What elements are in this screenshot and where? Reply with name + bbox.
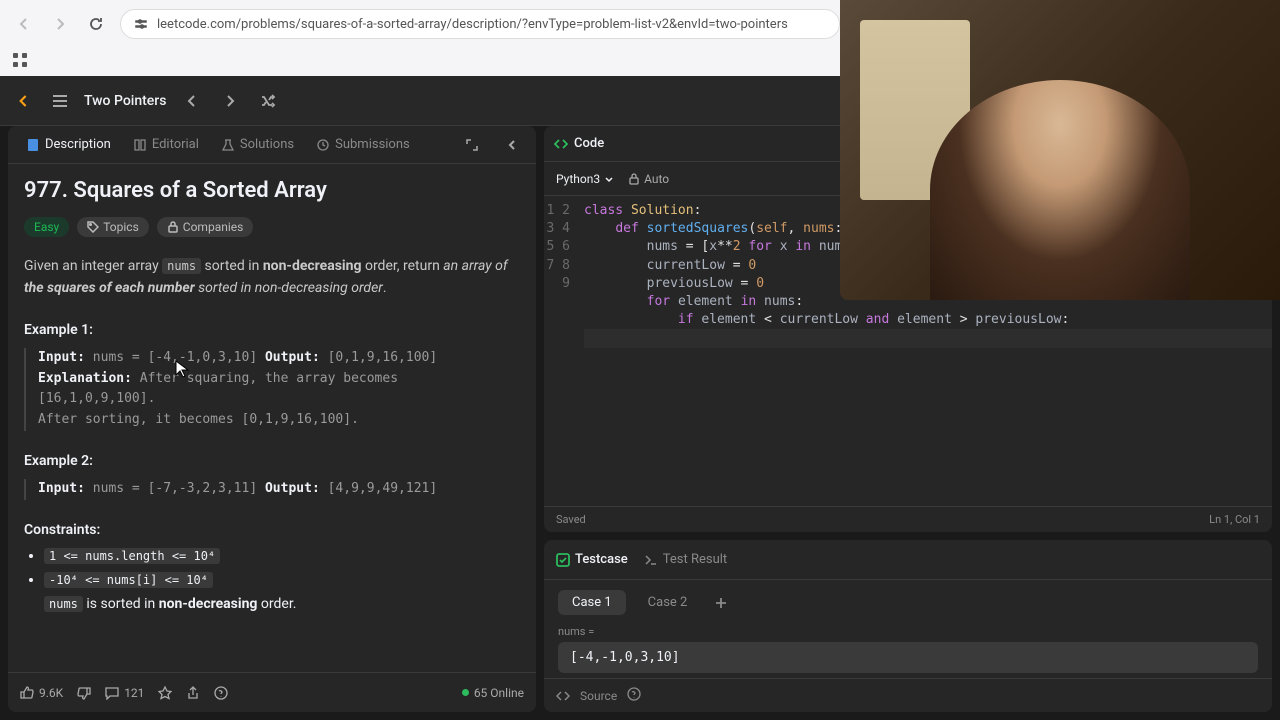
line-gutter: 1 2 3 4 5 6 7 8 9 — [544, 196, 578, 506]
tab-testcase[interactable]: Testcase — [556, 552, 628, 567]
site-settings-icon[interactable] — [133, 16, 149, 32]
testcase-var-label: nums = — [544, 625, 1272, 638]
playlist-name[interactable]: Two Pointers — [84, 93, 166, 109]
share-button[interactable] — [186, 686, 200, 700]
language-select[interactable]: Python3 — [556, 172, 614, 186]
flask-icon — [221, 138, 235, 152]
star-button[interactable] — [158, 686, 172, 700]
cursor-icon — [175, 360, 189, 378]
constraints-list: 1 <= nums.length <= 10⁴ -10⁴ <= nums[i] … — [24, 548, 520, 612]
case-2-pill[interactable]: Case 2 — [634, 590, 702, 615]
difficulty-chip: Easy — [24, 217, 69, 237]
url-text: leetcode.com/problems/squares-of-a-sorte… — [157, 17, 788, 32]
forward-button[interactable] — [48, 12, 72, 36]
doc-icon — [26, 138, 40, 152]
dislike-button[interactable] — [77, 686, 91, 700]
cursor-position: Ln 1, Col 1 — [1209, 513, 1260, 526]
chevron-down-icon — [604, 174, 614, 184]
webcam-overlay — [840, 0, 1280, 300]
example-1-block: Input: nums = [-4,-1,0,3,10] Output: [0,… — [24, 348, 520, 431]
example-2-block: Input: nums = [-7,-3,2,3,11] Output: [4,… — [24, 479, 520, 500]
testcase-footer: Source — [544, 678, 1272, 712]
code-status-bar: Saved Ln 1, Col 1 — [544, 506, 1272, 532]
tab-submissions[interactable]: Submissions — [306, 126, 420, 164]
apps-grid-icon[interactable] — [12, 52, 32, 72]
terminal-icon — [644, 553, 658, 567]
thumbs-down-icon — [77, 686, 91, 700]
example-1-title: Example 1: — [24, 322, 520, 338]
share-icon — [186, 686, 200, 700]
example-2-title: Example 2: — [24, 453, 520, 469]
source-button[interactable]: Source — [580, 689, 617, 703]
left-tabs: Description Editorial Solutions Submissi… — [8, 126, 536, 164]
book-icon — [133, 138, 147, 152]
help-icon[interactable] — [627, 687, 641, 704]
tag-icon — [87, 221, 99, 233]
problem-title: 977. Squares of a Sorted Array — [24, 178, 520, 203]
tab-editorial[interactable]: Editorial — [123, 126, 209, 164]
companies-chip[interactable]: Companies — [157, 217, 254, 237]
comments-button[interactable]: 121 — [105, 686, 144, 700]
leetcode-back-icon[interactable] — [12, 89, 36, 113]
like-button[interactable]: 9.6K — [20, 686, 63, 700]
thumbs-up-icon — [20, 686, 34, 700]
code-icon — [556, 689, 570, 703]
case-1-pill[interactable]: Case 1 — [558, 590, 626, 615]
description-body: 977. Squares of a Sorted Array Easy Topi… — [8, 164, 536, 672]
tab-testresult[interactable]: Test Result — [644, 552, 727, 567]
star-icon — [158, 686, 172, 700]
lock-icon — [167, 221, 179, 233]
description-footer: 9.6K 121 65 Online — [8, 672, 536, 712]
lock-icon — [628, 173, 640, 185]
add-case-button[interactable] — [709, 591, 733, 615]
testcase-panel: Testcase Test Result Case 1 Case 2 nums … — [544, 540, 1272, 712]
tab-solutions[interactable]: Solutions — [211, 126, 304, 164]
reload-button[interactable] — [84, 12, 108, 36]
next-problem-icon[interactable] — [218, 89, 242, 113]
clock-icon — [316, 138, 330, 152]
testcase-header: Testcase Test Result — [544, 540, 1272, 580]
collapse-icon[interactable] — [496, 129, 528, 161]
tab-description[interactable]: Description — [16, 126, 121, 164]
auto-toggle[interactable]: Auto — [628, 172, 669, 186]
online-count: 65 Online — [462, 686, 524, 700]
expand-icon[interactable] — [456, 129, 488, 161]
comment-icon — [105, 686, 119, 700]
save-status: Saved — [556, 513, 586, 526]
plus-icon — [714, 596, 728, 610]
testcase-input[interactable]: [-4,-1,0,3,10] — [558, 642, 1258, 673]
problem-description: Given an integer array nums sorted in no… — [24, 255, 520, 300]
problem-list-icon[interactable] — [50, 91, 70, 111]
code-icon — [554, 137, 568, 151]
help-icon — [214, 686, 228, 700]
shuffle-icon[interactable] — [256, 89, 280, 113]
cases-row: Case 1 Case 2 — [544, 580, 1272, 625]
check-box-icon — [556, 553, 570, 567]
prev-problem-icon[interactable] — [180, 89, 204, 113]
feedback-button[interactable] — [214, 686, 228, 700]
description-panel: Description Editorial Solutions Submissi… — [8, 126, 536, 712]
online-dot-icon — [462, 689, 469, 696]
url-bar[interactable]: leetcode.com/problems/squares-of-a-sorte… — [120, 9, 840, 39]
back-button[interactable] — [12, 12, 36, 36]
constraints-title: Constraints: — [24, 522, 520, 538]
topics-chip[interactable]: Topics — [77, 217, 149, 237]
